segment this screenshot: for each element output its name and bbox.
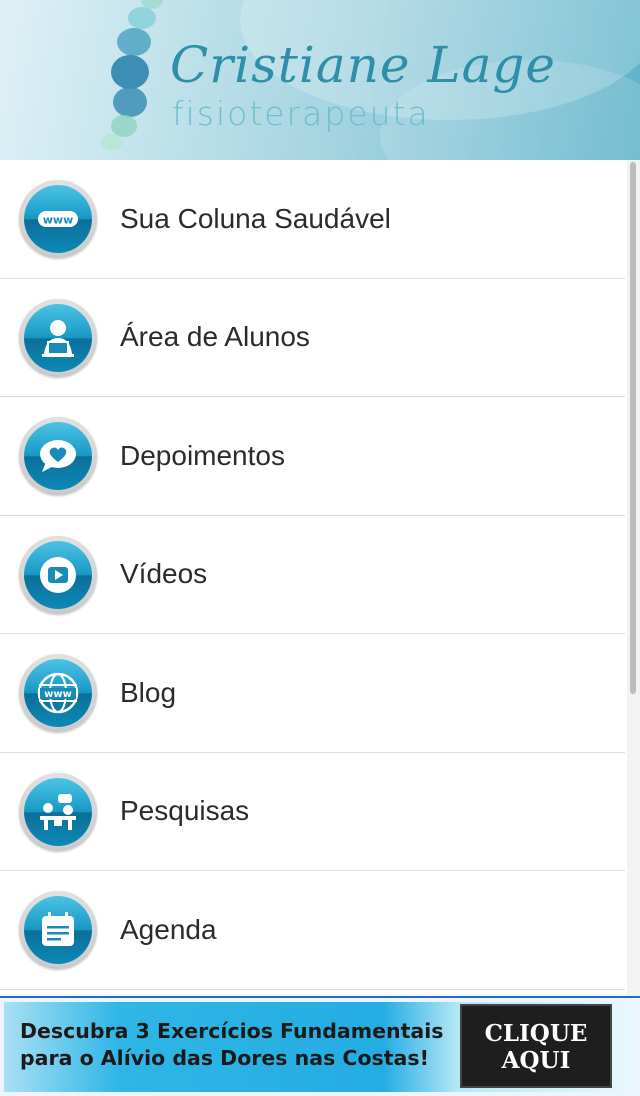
survey-icon <box>19 772 97 851</box>
scrollbar-thumb[interactable] <box>630 162 636 694</box>
menu-item-blog[interactable]: www Blog <box>0 634 625 753</box>
video-play-icon <box>19 535 97 614</box>
menu-item-pesquisas[interactable]: Pesquisas <box>0 753 625 871</box>
heart-speech-icon <box>19 417 97 495</box>
student-icon <box>19 298 97 377</box>
www-icon: www <box>19 180 97 258</box>
menu-item-sua-coluna-saudavel[interactable]: www Sua Coluna Saudável <box>0 160 625 279</box>
menu-item-area-de-alunos[interactable]: Área de Alunos <box>0 279 625 397</box>
brand-subtitle: fisioterapeuta <box>172 94 430 133</box>
banner-line-2: para o Alívio das Dores nas Costas! <box>20 1046 429 1070</box>
banner-headline: Descubra 3 Exercícios Fundamentais para … <box>20 1018 443 1072</box>
menu-item-label: Área de Alunos <box>120 321 310 353</box>
menu-item-label: Depoimentos <box>120 439 285 471</box>
svg-text:www: www <box>43 214 74 227</box>
svg-text:www: www <box>44 689 72 700</box>
cta-line-1: CLIQUE <box>484 1020 588 1047</box>
menu-item-label: Sua Coluna Saudável <box>120 202 391 234</box>
banner-background: Descubra 3 Exercícios Fundamentais para … <box>4 1002 636 1092</box>
calendar-icon <box>19 891 97 969</box>
menu-item-videos[interactable]: Vídeos <box>0 516 625 634</box>
menu-item-label: Agenda <box>120 913 217 945</box>
app-header: Cristiane Lage fisioterapeuta <box>0 0 640 160</box>
menu-item-label: Pesquisas <box>120 795 250 827</box>
ad-banner[interactable]: Descubra 3 Exercícios Fundamentais para … <box>0 996 640 1096</box>
cta-line-2: AQUI <box>501 1047 571 1074</box>
globe-www-icon: www <box>19 654 97 732</box>
spine-logo-icon <box>101 0 163 150</box>
banner-line-1: Descubra 3 Exercícios Fundamentais <box>20 1019 444 1043</box>
clique-aqui-button[interactable]: CLIQUE AQUI <box>460 1004 612 1088</box>
menu-item-label: Vídeos <box>120 558 208 590</box>
menu-item-label: Blog <box>120 676 177 708</box>
menu-item-agenda[interactable]: Agenda <box>0 871 625 990</box>
menu-list: www Sua Coluna Saudável Área de Alunos D… <box>0 160 625 996</box>
scrollbar[interactable] <box>627 160 640 996</box>
brand-name: Cristiane Lage <box>170 36 556 94</box>
menu-item-depoimentos[interactable]: Depoimentos <box>0 397 625 516</box>
